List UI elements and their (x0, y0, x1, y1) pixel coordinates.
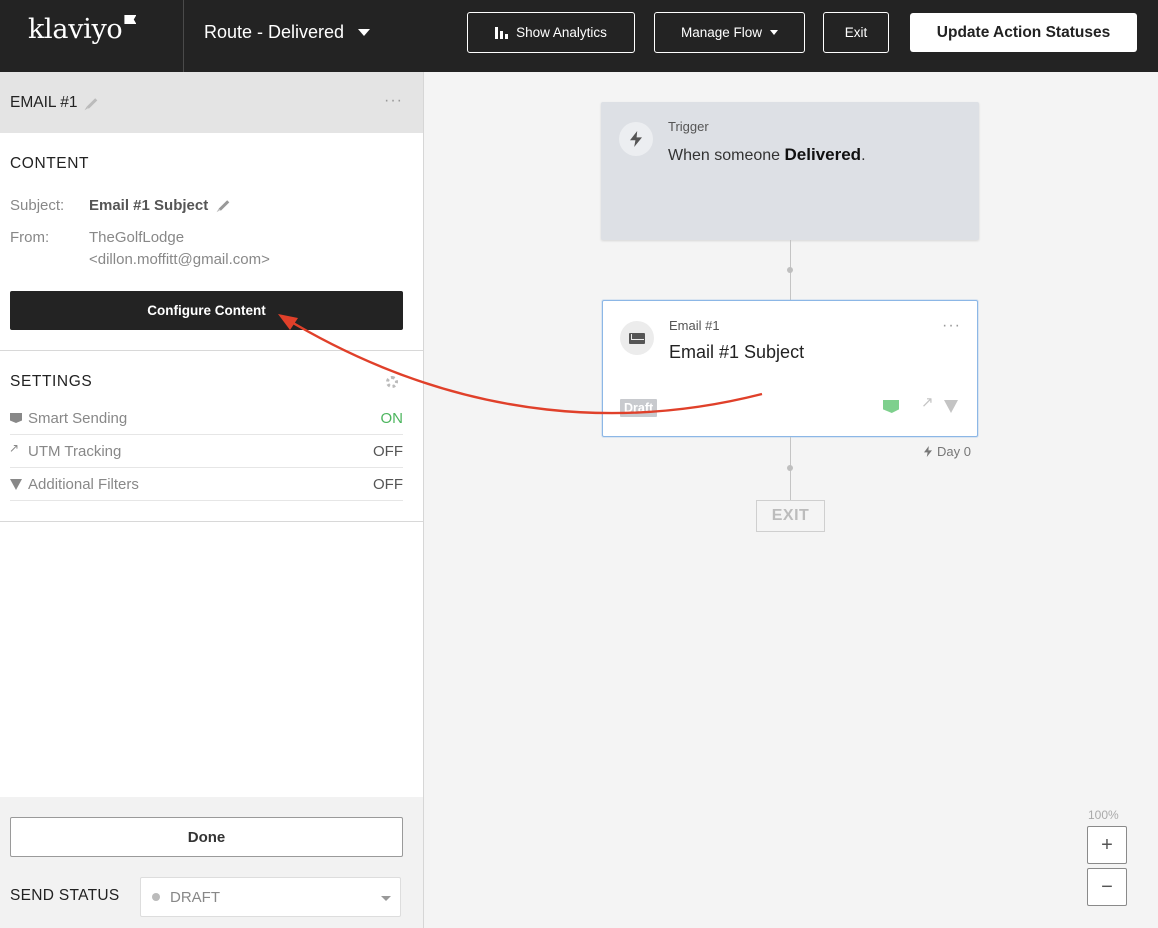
send-status-label: SEND STATUS (10, 887, 120, 904)
configure-content-label: Configure Content (147, 303, 266, 318)
subject-key: Subject: (10, 197, 65, 214)
chevron-down-icon (358, 29, 371, 36)
utm-tracking-icon (9, 441, 22, 455)
exit-label: Exit (844, 25, 868, 40)
manage-flow-label: Manage Flow (680, 25, 763, 40)
setting-row-additional-filters[interactable]: Additional Filters OFF (10, 468, 403, 501)
email-card[interactable]: Email #1 ··· Email #1 Subject Draft ↗ (602, 300, 978, 437)
panel-title[interactable]: EMAIL #1 (10, 94, 98, 112)
trigger-icon-circle (619, 122, 653, 156)
flow-name-dropdown[interactable]: Route - Delivered (204, 22, 371, 43)
done-label: Done (187, 828, 226, 846)
from-name: TheGolfLodge (89, 229, 185, 246)
top-divider (183, 0, 184, 72)
chevron-down-icon (770, 30, 779, 35)
show-analytics-label: Show Analytics (516, 25, 607, 40)
subject-value[interactable]: Email #1 Subject (89, 197, 230, 214)
draft-badge: Draft (620, 399, 658, 417)
subject-value-text: Email #1 Subject (89, 197, 209, 214)
panel-header: EMAIL #1 ··· (0, 72, 423, 133)
exit-node: EXIT (756, 500, 825, 532)
configure-content-button[interactable]: Configure Content (10, 291, 403, 330)
more-options-icon[interactable]: ··· (384, 92, 403, 110)
logo-flag-icon (124, 15, 137, 24)
connector-dot[interactable] (787, 465, 793, 471)
flow-name-label: Route - Delivered (204, 22, 345, 42)
status-dot-icon (152, 893, 160, 901)
edit-pencil-icon[interactable] (218, 200, 230, 211)
update-statuses-label: Update Action Statuses (936, 23, 1111, 41)
filter-icon (10, 478, 22, 490)
trigger-suffix: . (861, 147, 866, 164)
from-key: From: (10, 229, 50, 246)
email-card-subject: Email #1 Subject (669, 342, 805, 362)
setting-label: Smart Sending (28, 409, 128, 427)
panel-title-text: EMAIL #1 (10, 94, 78, 111)
send-status-select[interactable]: DRAFT (140, 877, 401, 917)
email-settings-panel: EMAIL #1 ··· CONTENT Subject: Email #1 S… (0, 72, 424, 928)
exit-button[interactable]: Exit (823, 12, 889, 53)
smart-sending-icon (10, 413, 22, 423)
top-bar: klaviyo Route - Delivered Show Analytics… (0, 0, 1158, 72)
trigger-description: When someone Delivered. (668, 145, 866, 165)
delay-text: Day 0 (937, 444, 971, 459)
lightning-bolt-icon (630, 131, 642, 147)
lightning-bolt-icon (924, 446, 932, 457)
edit-pencil-icon[interactable] (86, 97, 97, 109)
setting-label: UTM Tracking (28, 442, 122, 460)
filter-icon (944, 400, 958, 413)
gear-icon[interactable] (386, 376, 398, 388)
trigger-kicker: Trigger (668, 119, 709, 134)
send-status-value: DRAFT (170, 888, 220, 906)
zoom-level: 100% (1088, 808, 1119, 822)
zoom-out-button[interactable]: − (1087, 868, 1127, 906)
section-divider (0, 350, 423, 351)
setting-row-utm-tracking[interactable]: UTM Tracking OFF (9, 435, 403, 468)
from-email: <dillon.moffitt@gmail.com> (89, 251, 270, 268)
trigger-event: Delivered (784, 145, 862, 164)
trigger-prefix: When someone (668, 147, 785, 164)
setting-row-smart-sending[interactable]: Smart Sending ON (10, 402, 403, 435)
panel-footer: Done SEND STATUS DRAFT (0, 797, 423, 928)
setting-label: Additional Filters (28, 475, 139, 493)
email-kicker: Email #1 (669, 318, 720, 333)
delay-label: Day 0 (924, 444, 971, 459)
utm-tracking-icon: ↗ (921, 394, 934, 411)
setting-status: OFF (373, 475, 403, 493)
settings-heading: SETTINGS (10, 373, 93, 390)
setting-status: ON (380, 409, 404, 427)
chevron-down-icon (381, 896, 391, 901)
bar-chart-icon (495, 26, 509, 39)
smart-sending-icon (883, 400, 899, 413)
setting-status: OFF (373, 442, 403, 460)
done-button[interactable]: Done (10, 817, 403, 857)
connector-dot[interactable] (787, 267, 793, 273)
update-action-statuses-button[interactable]: Update Action Statuses (910, 13, 1137, 52)
section-divider (0, 521, 423, 522)
logo-text: klaviyo (28, 14, 123, 45)
klaviyo-logo[interactable]: klaviyo (28, 14, 137, 45)
envelope-icon (629, 332, 645, 344)
show-analytics-button[interactable]: Show Analytics (467, 12, 635, 53)
zoom-in-button[interactable]: + (1087, 826, 1127, 864)
content-heading: CONTENT (10, 155, 90, 172)
more-options-icon[interactable]: ··· (942, 317, 961, 335)
trigger-card[interactable]: Trigger When someone Delivered. (601, 102, 979, 240)
manage-flow-button[interactable]: Manage Flow (654, 12, 805, 53)
email-icon-circle (620, 321, 654, 355)
